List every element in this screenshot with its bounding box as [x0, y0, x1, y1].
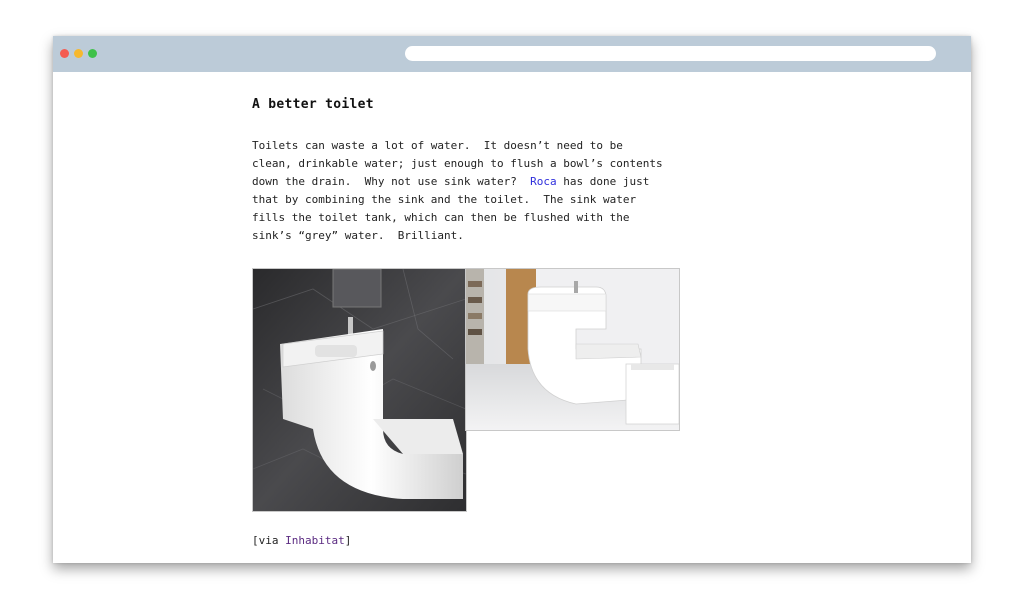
browser-window: A better toilet Toilets can waste a lot …: [53, 36, 971, 563]
via-prefix: [via: [252, 534, 286, 547]
inhabitat-link[interactable]: Inhabitat: [285, 534, 345, 547]
zoom-window-button[interactable]: [88, 49, 97, 58]
article-title: A better toilet: [252, 97, 374, 112]
via-suffix: ]: [344, 534, 352, 547]
address-bar[interactable]: [405, 46, 936, 61]
sink-toilet-bright-photo: [465, 268, 680, 431]
via-credit: [via Inhabitat]: [252, 534, 351, 547]
page-content: A better toilet Toilets can waste a lot …: [53, 72, 971, 563]
roca-link[interactable]: Roca: [530, 175, 557, 188]
article-paragraph: Toilets can waste a lot of water. It doe…: [252, 137, 692, 245]
sink-toilet-dark-photo: [252, 268, 467, 512]
browser-titlebar: [53, 36, 971, 72]
minimize-window-button[interactable]: [74, 49, 83, 58]
close-window-button[interactable]: [60, 49, 69, 58]
